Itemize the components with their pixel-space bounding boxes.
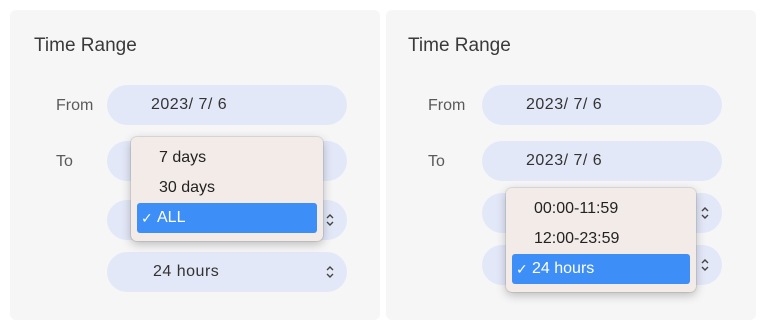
- panel-title: Time Range: [408, 35, 511, 56]
- hours-select-value: 24 hours: [153, 263, 220, 280]
- chevron-up-down-icon: [701, 259, 709, 271]
- menu-item-morning[interactable]: 00:00-11:59: [512, 194, 690, 224]
- from-date-field[interactable]: 2023/ 7/ 6: [482, 85, 722, 125]
- chevron-up-down-icon: [701, 207, 709, 219]
- to-label: To: [56, 153, 73, 170]
- chevron-up-down-icon: [326, 266, 334, 278]
- from-label: From: [56, 97, 94, 114]
- time-range-comparison: Time Range From 2023/ 7/ 6 To 24 hours 7…: [0, 0, 762, 322]
- panel-title: Time Range: [34, 35, 137, 56]
- menu-item-30-days[interactable]: 30 days: [137, 173, 317, 203]
- from-date-value: 2023/ 7/ 6: [151, 96, 228, 113]
- checkmark-icon: ✓: [141, 209, 153, 226]
- from-date-value: 2023/ 7/ 6: [526, 96, 603, 113]
- range-dropdown-menu: 7 days 30 days ✓ ALL: [131, 137, 323, 241]
- time-range-panel-right: Time Range From 2023/ 7/ 6 To 2023/ 7/ 6…: [386, 10, 756, 320]
- to-date-field[interactable]: 2023/ 7/ 6: [482, 141, 722, 181]
- chevron-up-down-icon: [326, 214, 334, 226]
- to-label: To: [428, 153, 445, 170]
- from-label: From: [428, 97, 466, 114]
- from-date-field[interactable]: 2023/ 7/ 6: [107, 85, 347, 125]
- checkmark-icon: ✓: [516, 260, 528, 277]
- menu-item-7-days[interactable]: 7 days: [137, 143, 317, 173]
- time-range-panel-left: Time Range From 2023/ 7/ 6 To 24 hours 7…: [10, 10, 380, 320]
- menu-item-24-hours[interactable]: ✓ 24 hours: [512, 254, 690, 284]
- hours-dropdown-menu: 00:00-11:59 12:00-23:59 ✓ 24 hours: [506, 188, 696, 292]
- hours-select[interactable]: 24 hours: [107, 252, 347, 292]
- to-date-value: 2023/ 7/ 6: [526, 152, 603, 169]
- menu-item-all[interactable]: ✓ ALL: [137, 203, 317, 233]
- menu-item-afternoon[interactable]: 12:00-23:59: [512, 224, 690, 254]
